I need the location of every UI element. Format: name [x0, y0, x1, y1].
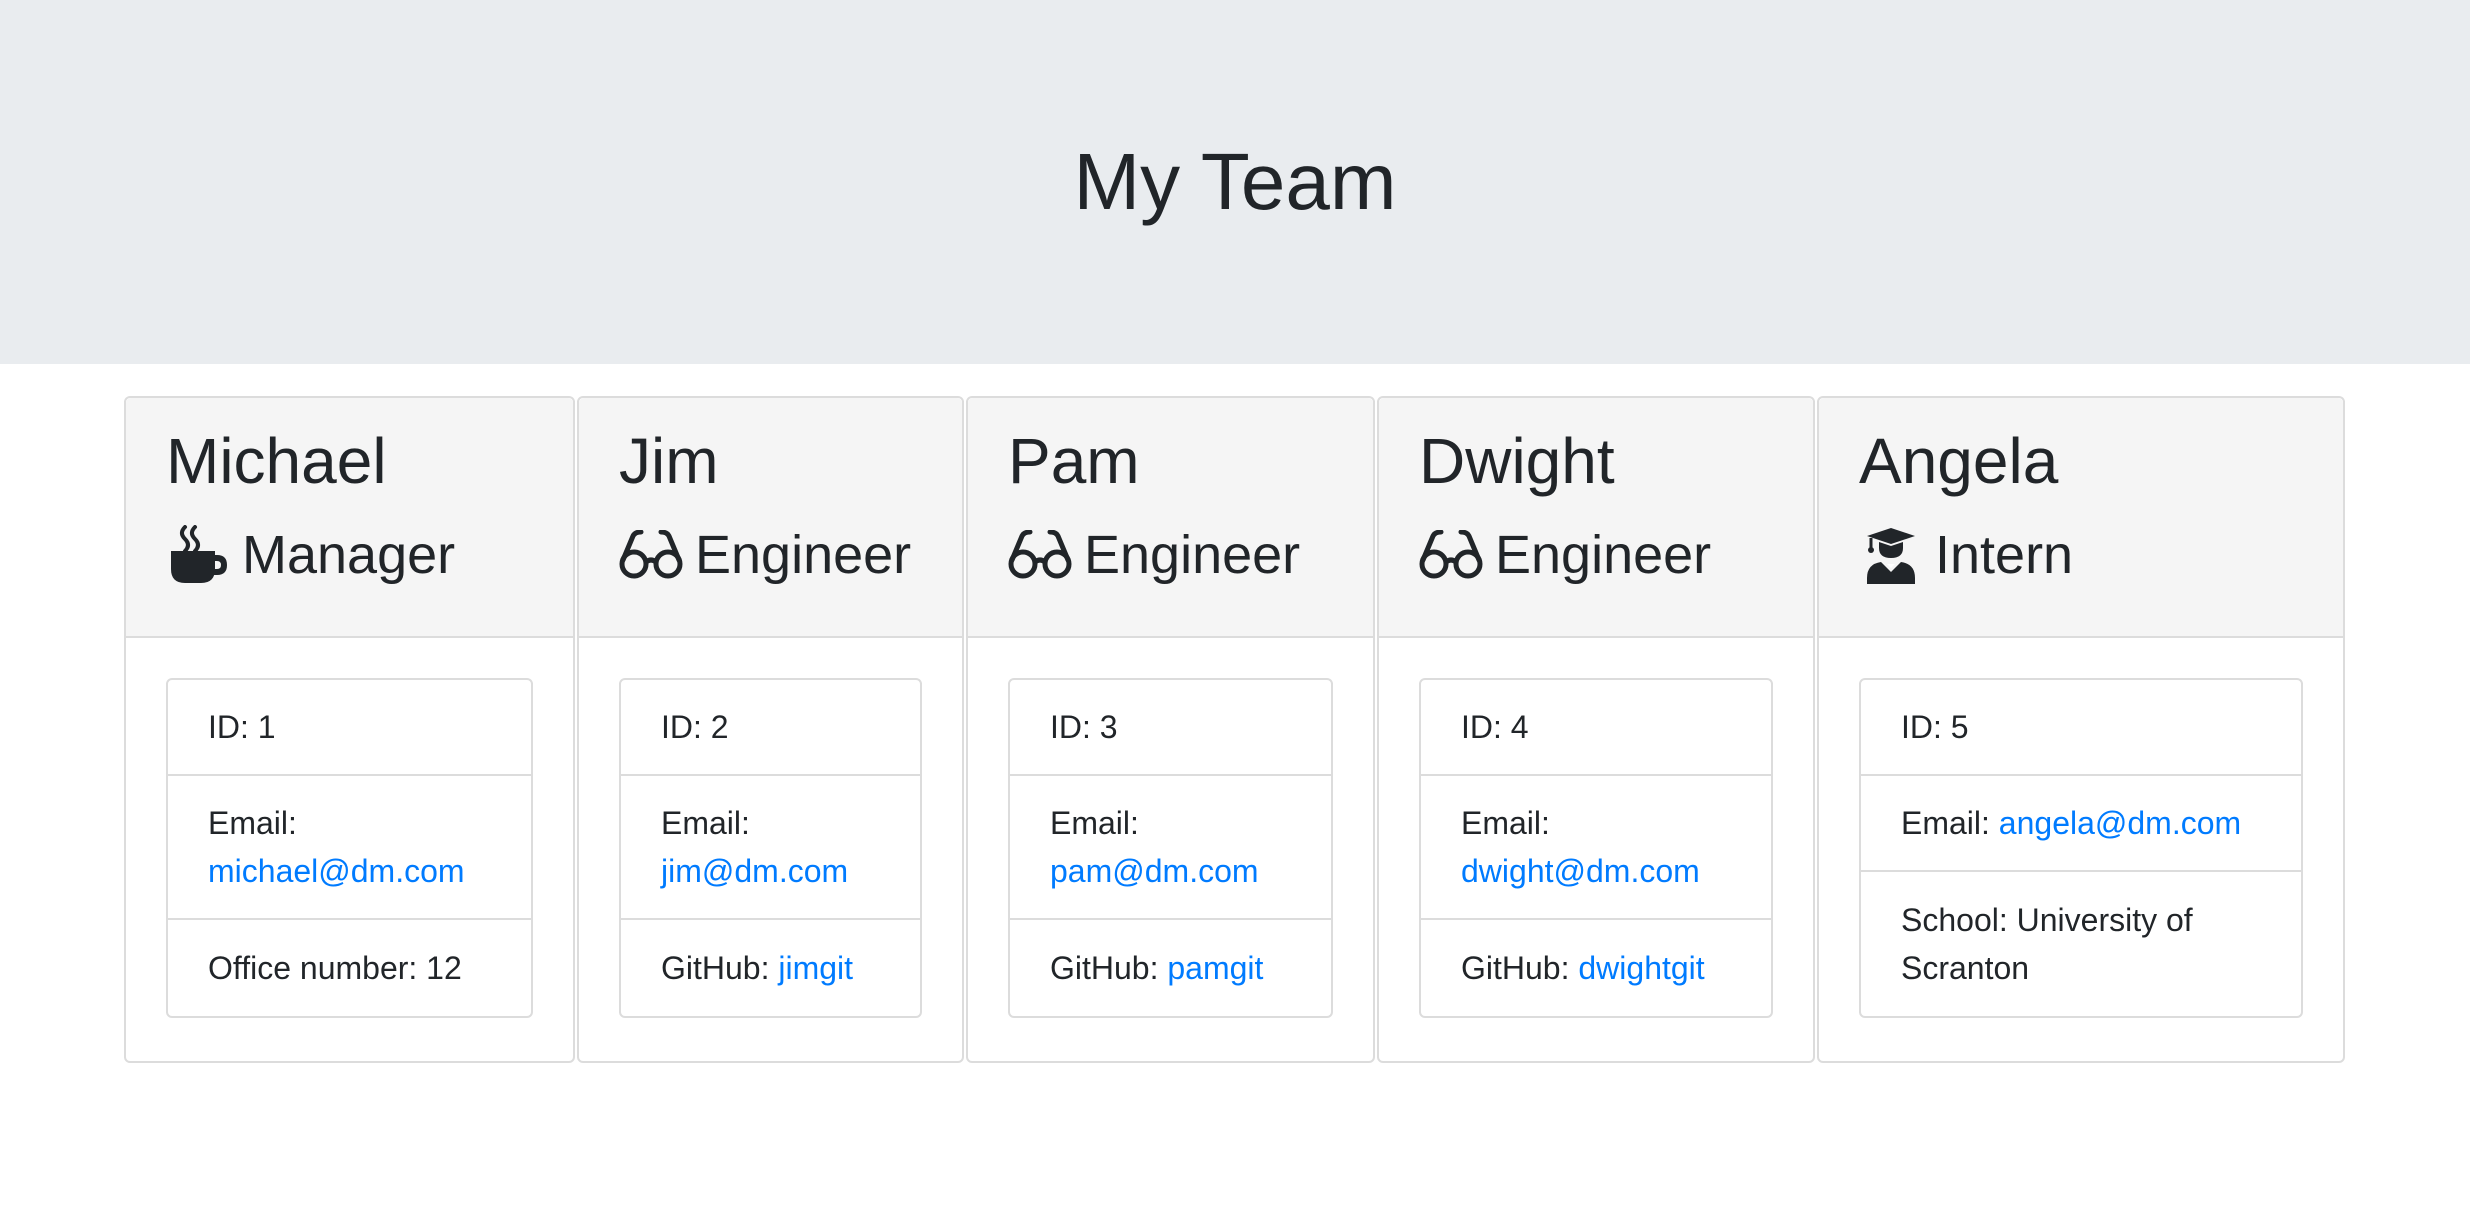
card-body: ID: 1 Email: michael@dm.com Office numbe…	[126, 638, 573, 1058]
jumbotron-header: My Team	[0, 0, 2470, 364]
office-number-label: Office number: 12	[208, 950, 462, 986]
card-body: ID: 4 Email: dwight@dm.com GitHub: dwigh…	[1379, 638, 1813, 1058]
role-label: Intern	[1935, 525, 2074, 585]
email-link[interactable]: jim@dm.com	[661, 847, 880, 895]
id-label: ID: 4	[1461, 709, 1529, 745]
email-label: Email:	[661, 805, 750, 841]
id-item: ID: 5	[1861, 680, 2301, 776]
employee-role: Engineer	[619, 520, 922, 590]
employee-name: Angela	[1859, 425, 2059, 497]
card-body: ID: 2 Email: jim@dm.com GitHub: jimgit	[579, 638, 962, 1058]
email-link[interactable]: michael@dm.com	[208, 847, 491, 895]
id-item: ID: 2	[621, 680, 920, 776]
employee-role: Manager	[166, 520, 533, 590]
id-item: ID: 3	[1010, 680, 1331, 776]
github-label: GitHub:	[1050, 950, 1168, 986]
page-title: My Team	[1073, 137, 1397, 226]
github-label: GitHub:	[661, 950, 779, 986]
github-item: GitHub: jimgit	[621, 920, 920, 1016]
card-header: Angela Intern	[1819, 398, 2343, 638]
id-label: ID: 5	[1901, 709, 1969, 745]
card-header: Jim Engineer	[579, 398, 962, 638]
card-body: ID: 3 Email: pam@dm.com GitHub: pamgit	[968, 638, 1373, 1058]
employee-name: Dwight	[1419, 425, 1615, 497]
card-header: Pam Engineer	[968, 398, 1373, 638]
card-body: ID: 5 Email: angela@dm.com School: Unive…	[1819, 638, 2343, 1058]
github-link[interactable]: dwightgit	[1578, 950, 1704, 986]
employee-role: Engineer	[1419, 520, 1773, 590]
github-item: GitHub: dwightgit	[1421, 920, 1771, 1016]
school-label: School: University of Scranton	[1901, 902, 2193, 986]
id-label: ID: 3	[1050, 709, 1118, 745]
glasses-icon	[1008, 523, 1072, 587]
role-label: Engineer	[1495, 525, 1712, 585]
glasses-icon	[1419, 523, 1483, 587]
github-label: GitHub:	[1461, 950, 1579, 986]
id-label: ID: 2	[661, 709, 729, 745]
graduate-icon	[1859, 523, 1923, 587]
github-link[interactable]: jimgit	[778, 950, 853, 986]
employee-card-dwight: Dwight Engineer ID: 4 Email: dwight@dm.c…	[1377, 396, 1815, 1063]
email-label: Email:	[1901, 805, 1999, 841]
employee-name: Michael	[166, 425, 387, 497]
info-list: ID: 2 Email: jim@dm.com GitHub: jimgit	[619, 678, 922, 1018]
id-item: ID: 1	[168, 680, 531, 776]
employee-card-michael: Michael Manager ID: 1 Email: michael@dm.…	[124, 396, 575, 1063]
employee-card-jim: Jim Engineer ID: 2 Email: jim@dm.com Git…	[577, 396, 964, 1063]
info-list: ID: 3 Email: pam@dm.com GitHub: pamgit	[1008, 678, 1333, 1018]
email-item: Email: angela@dm.com	[1861, 776, 2301, 872]
card-header: Michael Manager	[126, 398, 573, 638]
glasses-icon	[619, 523, 683, 587]
github-item: GitHub: pamgit	[1010, 920, 1331, 1016]
email-item: Email: jim@dm.com	[621, 776, 920, 920]
info-list: ID: 5 Email: angela@dm.com School: Unive…	[1859, 678, 2303, 1018]
email-link[interactable]: dwight@dm.com	[1461, 847, 1731, 895]
email-link[interactable]: angela@dm.com	[1999, 805, 2241, 841]
coffee-mug-icon	[166, 523, 230, 587]
email-item: Email: dwight@dm.com	[1421, 776, 1771, 920]
email-label: Email:	[208, 805, 297, 841]
email-link[interactable]: pam@dm.com	[1050, 847, 1291, 895]
employee-name: Pam	[1008, 425, 1140, 497]
email-label: Email:	[1050, 805, 1139, 841]
employee-role: Intern	[1859, 520, 2303, 590]
school-item: School: University of Scranton	[1861, 872, 2301, 1016]
email-item: Email: michael@dm.com	[168, 776, 531, 920]
team-cards: Michael Manager ID: 1 Email: michael@dm.…	[124, 396, 2345, 1063]
role-label: Manager	[242, 525, 456, 585]
employee-card-pam: Pam Engineer ID: 3 Email: pam@dm.com Git…	[966, 396, 1375, 1063]
employee-role: Engineer	[1008, 520, 1333, 590]
info-list: ID: 1 Email: michael@dm.com Office numbe…	[166, 678, 533, 1018]
employee-name: Jim	[619, 425, 719, 497]
role-label: Engineer	[695, 525, 912, 585]
email-label: Email:	[1461, 805, 1550, 841]
info-list: ID: 4 Email: dwight@dm.com GitHub: dwigh…	[1419, 678, 1773, 1018]
card-header: Dwight Engineer	[1379, 398, 1813, 638]
role-label: Engineer	[1084, 525, 1301, 585]
id-item: ID: 4	[1421, 680, 1771, 776]
id-label: ID: 1	[208, 709, 276, 745]
office-number-item: Office number: 12	[168, 920, 531, 1016]
github-link[interactable]: pamgit	[1167, 950, 1263, 986]
email-item: Email: pam@dm.com	[1010, 776, 1331, 920]
employee-card-angela: Angela Intern ID: 5 Email: angela@dm.com…	[1817, 396, 2345, 1063]
